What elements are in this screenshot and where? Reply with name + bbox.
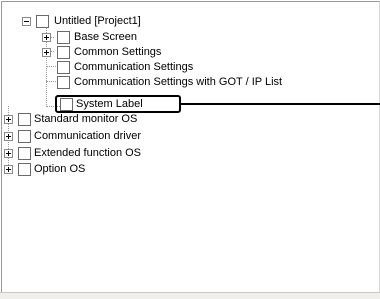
expand-icon[interactable] [4,132,13,141]
callout-leader-line [181,103,380,105]
tree-node-standard-monitor-os[interactable]: Standard monitor OS [2,112,372,126]
tree-node-project-root[interactable]: Untitled [Project1] [2,14,372,28]
tree-node-label: Base Screen [74,31,137,43]
tree-node-common-settings[interactable]: Common Settings [2,45,372,59]
tree-node-communication-settings[interactable]: Communication Settings [2,60,372,74]
tree-node-communication-driver[interactable]: Communication driver [2,129,372,143]
expand-icon[interactable] [42,33,51,42]
tree-node-extended-function-os[interactable]: Extended function OS [2,146,372,160]
checkbox[interactable] [18,147,31,160]
checkbox[interactable] [18,163,31,176]
collapse-icon[interactable] [22,17,31,26]
checkbox[interactable] [57,46,70,59]
tree-node-label: Common Settings [74,46,162,58]
checkbox[interactable] [18,130,31,143]
tree-node-label: Communication Settings [74,61,194,73]
tree-node-communication-settings-got-ip-list[interactable]: Communication Settings with GOT / IP Lis… [2,75,372,89]
tree-node-base-screen[interactable]: Base Screen [2,30,372,44]
tree-node-label: Communication driver [34,130,141,142]
checkbox[interactable] [57,31,70,44]
checkbox[interactable] [57,76,70,89]
expand-icon[interactable] [4,115,13,124]
checkbox[interactable] [18,113,31,126]
tree-node-label: Untitled [Project1] [54,15,141,27]
checkbox[interactable] [36,15,49,28]
tree-node-label: Extended function OS [34,147,142,159]
callout-highlight-box [55,95,181,113]
expand-icon[interactable] [4,165,13,174]
expand-icon[interactable] [42,48,51,57]
project-tree-panel: Untitled [Project1] Base Screen Common S… [1,1,380,293]
expand-icon[interactable] [4,149,13,158]
checkbox[interactable] [57,61,70,74]
tree-node-label: Standard monitor OS [34,113,138,125]
tree-node-label: Communication Settings with GOT / IP Lis… [74,76,283,88]
tree-node-label: Option OS [34,163,86,175]
tree-node-option-os[interactable]: Option OS [2,162,372,176]
